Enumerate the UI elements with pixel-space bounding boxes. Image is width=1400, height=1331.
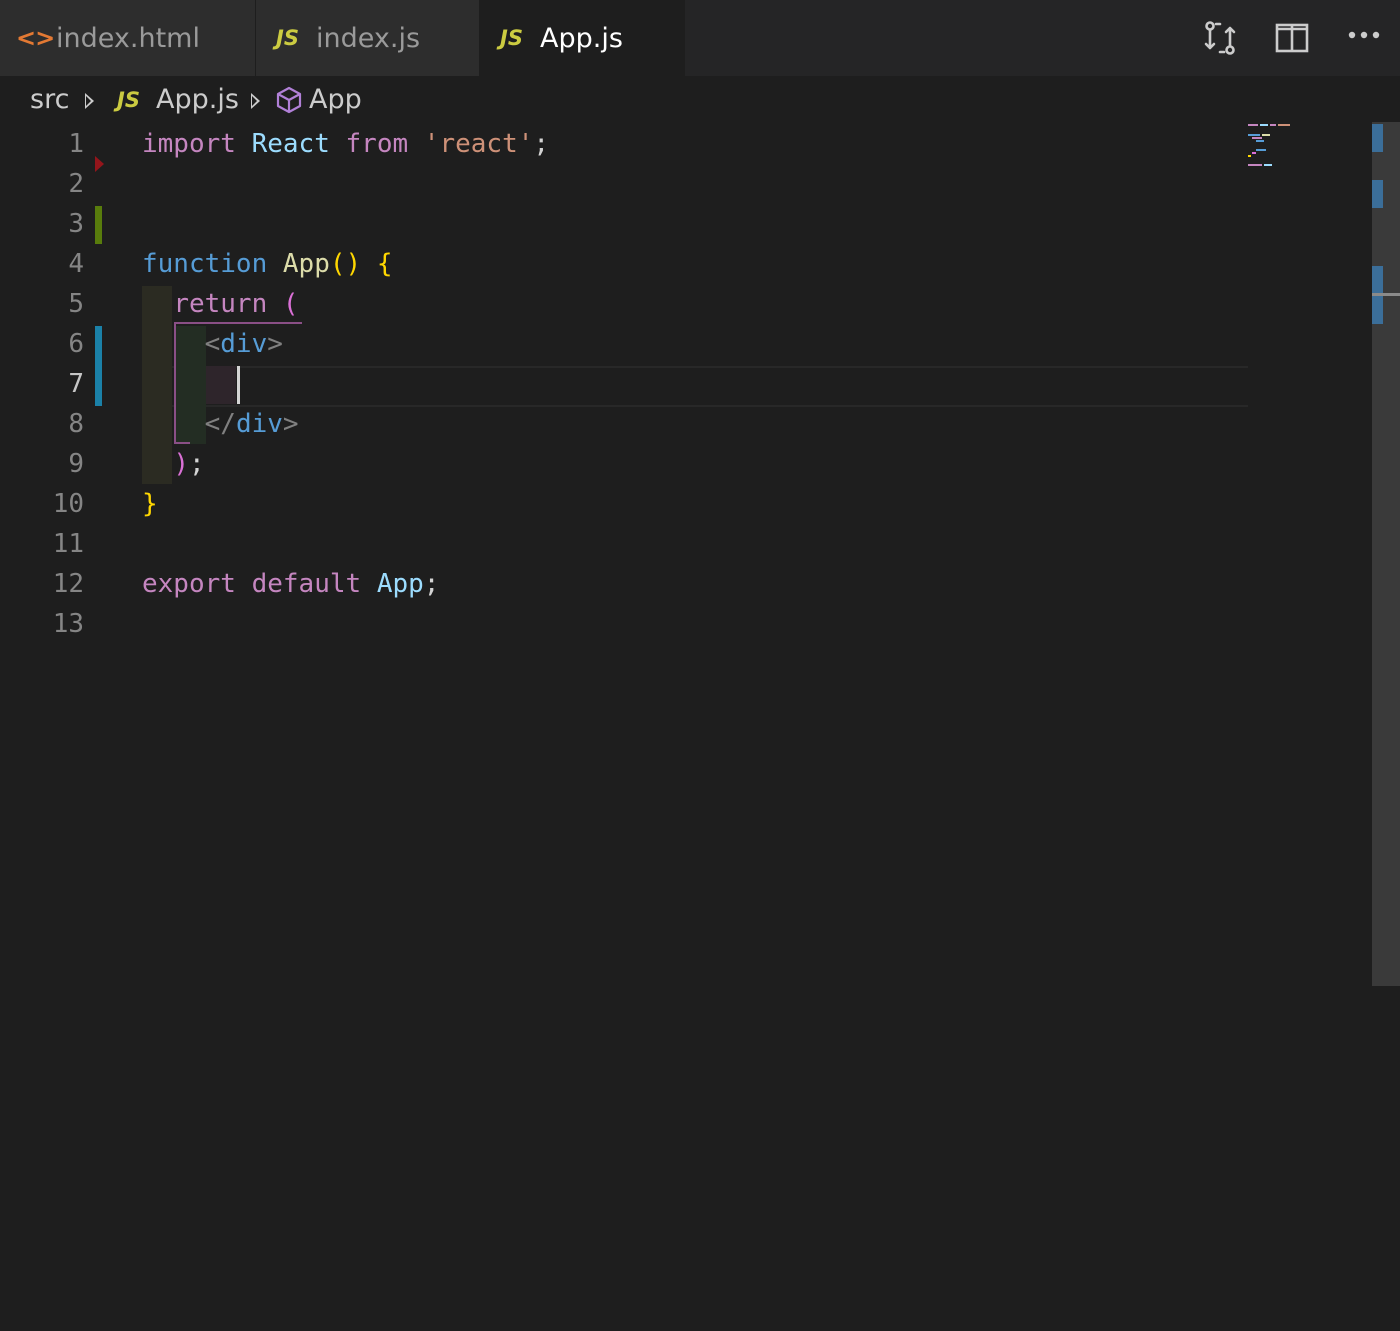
keyword-default: default [251, 569, 362, 599]
semicolon: ; [423, 569, 440, 599]
tag-close-bracket: > [267, 329, 283, 359]
line-number: 11 [52, 529, 84, 559]
code-line-12: export default App; [142, 564, 439, 604]
editor-actions [1180, 0, 1400, 76]
identifier-app: App [376, 569, 424, 599]
editor-tab-bar: <> index.html JS index.js JS App.js [0, 0, 1400, 76]
open-changes-icon[interactable] [1200, 18, 1240, 58]
tab-index-js[interactable]: JS index.js [256, 0, 480, 76]
line-number: 5 [68, 289, 84, 319]
tag-close-bracket: > [282, 409, 299, 439]
semicolon: ; [533, 129, 550, 159]
code-line-6: <div> [142, 324, 283, 364]
line-number: 2 [68, 169, 84, 199]
indent-guide-level-3 [206, 366, 236, 404]
html-file-icon: <> [16, 24, 55, 52]
chevron-right-icon [85, 93, 94, 109]
code-editor[interactable]: 1 2 3 4 5 6 7 8 9 10 11 12 13 import Rea… [0, 122, 1372, 1331]
parens: () [329, 249, 362, 279]
line-number: 4 [68, 249, 84, 279]
tab-label: index.html [56, 22, 200, 54]
overview-ruler-cursor [1372, 293, 1400, 296]
line-number: 1 [68, 129, 84, 159]
open-paren: ( [282, 289, 299, 319]
overview-ruler-marker [1372, 180, 1383, 208]
tab-index-html[interactable]: <> index.html [0, 0, 256, 76]
keyword-export: export [142, 569, 236, 599]
keyword-return: return [173, 289, 268, 319]
gutter-added-marker[interactable] [95, 206, 102, 244]
tag-name: div [220, 329, 268, 359]
code-line-9: ); [142, 444, 205, 484]
js-file-icon: JS [500, 26, 523, 50]
line-number: 12 [52, 569, 84, 599]
close-paren: ) [173, 449, 189, 479]
string-literal: 'react' [423, 129, 534, 159]
js-file-icon: JS [276, 26, 299, 50]
keyword-function: function [142, 249, 268, 279]
line-number: 13 [52, 609, 84, 639]
breadcrumb-symbol[interactable]: App [309, 84, 362, 115]
current-line-highlight [142, 366, 1248, 407]
split-editor-icon[interactable] [1272, 18, 1312, 58]
identifier-react: React [251, 129, 330, 159]
function-name: App [282, 249, 330, 279]
line-number: 6 [68, 329, 84, 359]
tag-name: div [235, 409, 283, 439]
overview-ruler-marker [1372, 124, 1383, 152]
code-line-1: import React from 'react'; [142, 124, 549, 164]
tab-label: index.js [316, 22, 421, 54]
breadcrumb-file[interactable]: App.js [156, 84, 239, 115]
open-brace: { [376, 249, 393, 279]
minimap[interactable] [1246, 122, 1306, 172]
chevron-right-icon [251, 93, 260, 109]
tag-open-bracket: < [204, 329, 221, 359]
code-line-10: } [142, 484, 158, 524]
breadcrumb: src JS App.js App [0, 76, 1400, 126]
close-brace: } [142, 489, 158, 519]
tab-label: App.js [540, 22, 623, 54]
line-number: 10 [52, 489, 84, 519]
code-line-4: function App() { [142, 244, 392, 284]
gutter-deleted-marker[interactable] [95, 156, 104, 172]
keyword-from: from [345, 129, 409, 159]
line-number: 8 [68, 409, 84, 439]
tag-open-bracket: </ [204, 409, 236, 439]
symbol-class-icon [276, 86, 302, 121]
text-cursor [237, 366, 240, 404]
code-line-5: return ( [142, 284, 299, 324]
line-number-current: 7 [68, 369, 84, 399]
more-actions-icon[interactable] [1344, 18, 1384, 58]
vertical-scrollbar[interactable] [1372, 122, 1400, 986]
code-line-8: </div> [142, 404, 299, 444]
line-number: 9 [68, 449, 84, 479]
js-file-icon: JS [117, 88, 140, 112]
breadcrumb-folder[interactable]: src [30, 84, 69, 115]
line-number: 3 [68, 209, 84, 239]
keyword-import: import [142, 129, 236, 159]
semicolon: ; [188, 449, 205, 479]
tab-app-js[interactable]: JS App.js [480, 0, 685, 76]
gutter-modified-marker[interactable] [95, 326, 102, 406]
